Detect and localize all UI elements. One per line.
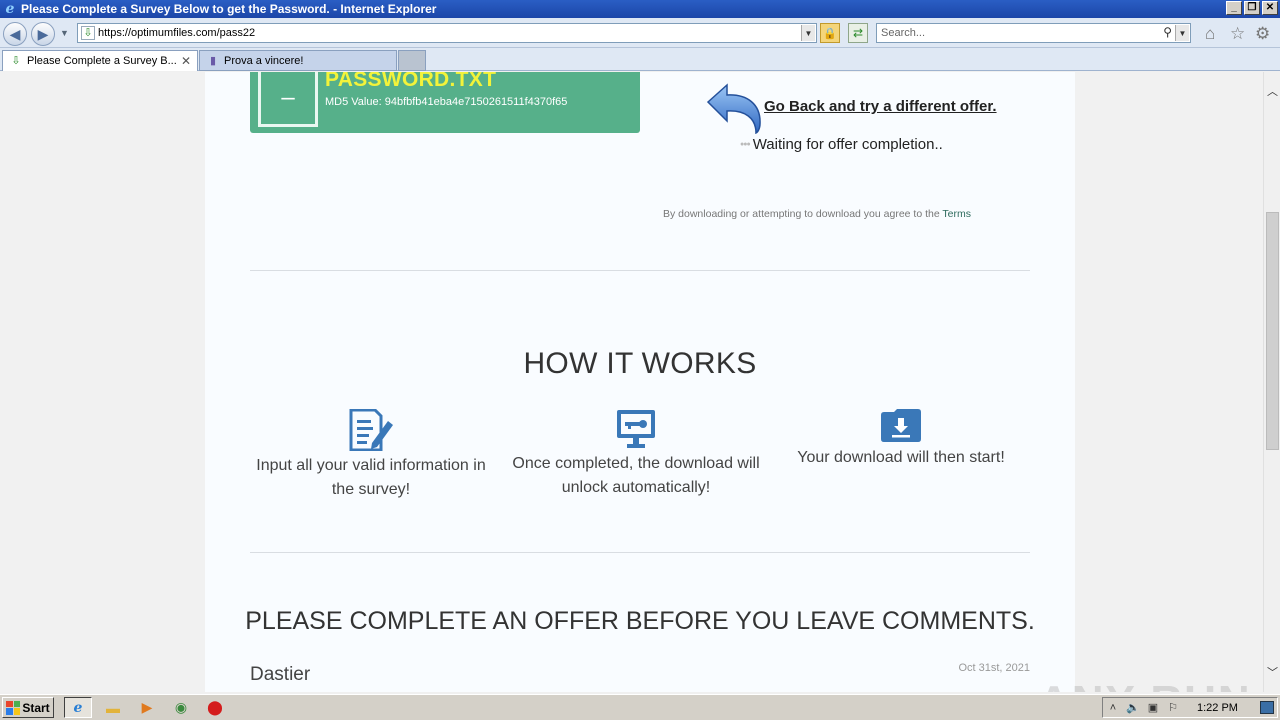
step-text: Input all your valid information in the … <box>256 457 486 498</box>
page-favicon-icon: ▮ <box>209 55 217 67</box>
network-icon[interactable]: ▣ <box>1143 701 1163 714</box>
page-content: – PASSWORD.TXT MD5 Value: 94bfbfb41eba4e… <box>205 72 1075 692</box>
step-download: Your download will then start! <box>776 409 1026 470</box>
tab-survey[interactable]: ⇩ Please Complete a Survey B... ✕ <box>2 50 198 71</box>
download-favicon-icon: ⇩ <box>11 55 21 67</box>
page-favicon-icon: ⇩ <box>81 26 95 40</box>
restore-button[interactable]: ❐ <box>1244 1 1260 15</box>
taskbar-chrome-button[interactable]: ◉ <box>167 697 195 718</box>
step-unlock: Once completed, the download will unlock… <box>511 409 761 500</box>
scroll-thumb[interactable] <box>1266 212 1279 450</box>
address-bar[interactable]: ⇩ https://optimumfiles.com/pass22 ▼ <box>77 23 817 43</box>
taskbar-opera-button[interactable]: ⬤ <box>201 697 229 718</box>
forward-arrow-icon: ▶ <box>37 25 49 42</box>
volume-icon[interactable]: 🔈 <box>1123 701 1143 714</box>
page-viewport: – PASSWORD.TXT MD5 Value: 94bfbfb41eba4e… <box>0 72 1263 692</box>
comment-author: Dastier <box>250 664 311 685</box>
taskbar: Start e ▬ ▶ ◉ ⬤ ˄ 🔈 ▣ ⚐ 1:22 PM <box>0 694 1280 720</box>
forward-button[interactable]: ▶ <box>31 22 55 46</box>
favorites-star-icon[interactable]: ☆ <box>1230 25 1245 42</box>
comments-notice-title: PLEASE COMPLETE AN OFFER BEFORE YOU LEAV… <box>245 607 1035 635</box>
window-title: Please Complete a Survey Below to get th… <box>21 2 437 16</box>
monitor-key-icon <box>617 410 655 448</box>
tools-gear-icon[interactable]: ⚙ <box>1255 25 1270 42</box>
waiting-text: Waiting for offer completion.. <box>752 136 943 153</box>
media-player-icon: ▶ <box>141 699 153 715</box>
terms-notice: By downloading or attempting to download… <box>663 208 971 220</box>
how-it-works-title: HOW IT WORKS <box>523 347 757 380</box>
tray-expand-icon[interactable]: ˄ <box>1103 702 1123 714</box>
navigation-bar: ◀ ▶ ▼ ⇩ https://optimumfiles.com/pass22 … <box>0 18 1280 48</box>
close-tab-icon[interactable]: ✕ <box>181 54 191 68</box>
step-text: Your download will then start! <box>797 449 1005 466</box>
close-window-button[interactable]: ✕ <box>1262 1 1278 15</box>
address-url[interactable]: https://optimumfiles.com/pass22 <box>98 27 255 39</box>
alert-icon: ⬤ <box>207 699 223 715</box>
scroll-down-icon[interactable]: ﹀ <box>1264 663 1280 680</box>
step-survey: Input all your valid information in the … <box>246 409 496 502</box>
taskbar-ie-button[interactable]: e <box>64 697 92 718</box>
action-center-flag-icon[interactable]: ⚐ <box>1163 701 1183 714</box>
waiting-status: ●●● Waiting for offer completion.. <box>740 136 943 153</box>
file-md5: MD5 Value: 94bfbfb41eba4e7150261511f4370… <box>325 96 568 108</box>
tab-label: Please Complete a Survey B... <box>27 55 177 67</box>
terms-text: By downloading or attempting to download… <box>663 208 940 220</box>
file-name: PASSWORD.TXT <box>325 72 497 91</box>
start-button[interactable]: Start <box>2 697 54 718</box>
security-lock-icon[interactable]: 🔒 <box>820 23 840 43</box>
windows-flag-icon <box>6 700 21 715</box>
clock[interactable]: 1:22 PM <box>1197 702 1238 714</box>
back-button[interactable]: ◀ <box>3 22 27 46</box>
scroll-up-icon[interactable]: ︿ <box>1264 82 1280 99</box>
search-dropdown-icon[interactable]: ▼ <box>1175 25 1189 41</box>
step-text: Once completed, the download will unlock… <box>512 455 760 496</box>
divider <box>250 270 1030 271</box>
back-arrow-icon: ◀ <box>9 25 21 42</box>
folder-icon: ▬ <box>106 699 120 716</box>
chrome-icon: ◉ <box>174 699 188 715</box>
new-tab-button[interactable] <box>398 50 426 71</box>
survey-form-icon <box>349 409 393 451</box>
loading-spinner-icon: ●●● <box>740 141 751 148</box>
file-icon: – <box>258 72 318 127</box>
taskbar-explorer-button[interactable]: ▬ <box>99 697 127 718</box>
search-icon[interactable]: ⚲ <box>1163 25 1172 39</box>
search-placeholder: Search... <box>881 27 926 39</box>
taskbar-media-button[interactable]: ▶ <box>133 697 161 718</box>
system-tray: ˄ 🔈 ▣ ⚐ 1:22 PM <box>1102 697 1278 718</box>
go-back-area[interactable]: Go Back and try a different offer. <box>705 82 997 134</box>
address-dropdown-icon[interactable]: ▼ <box>801 25 815 41</box>
go-back-link[interactable]: Go Back and try a different offer. <box>764 98 997 115</box>
show-desktop-icon[interactable] <box>1260 701 1274 714</box>
search-box[interactable]: Search... ⚲ ▼ <box>876 23 1191 43</box>
tab-prova[interactable]: ▮ Prova a vincere! <box>199 50 397 71</box>
start-label: Start <box>22 700 50 715</box>
refresh-button[interactable]: ⇄ <box>848 23 868 43</box>
curved-back-arrow-icon <box>706 83 761 134</box>
minimize-button[interactable]: _ <box>1226 1 1242 15</box>
divider <box>250 552 1030 553</box>
comment-date: Oct 31st, 2021 <box>958 662 1030 674</box>
home-icon[interactable]: ⌂ <box>1205 25 1215 42</box>
download-folder-icon <box>881 409 921 442</box>
terms-link[interactable]: Terms <box>942 208 971 220</box>
anyrun-watermark: ANY RUN <box>1038 677 1252 692</box>
window-titlebar: e Please Complete a Survey Below to get … <box>0 0 1280 18</box>
ie-logo-icon: e <box>5 1 15 17</box>
internet-explorer-icon: e <box>73 699 83 716</box>
file-card: – PASSWORD.TXT MD5 Value: 94bfbfb41eba4e… <box>250 72 640 133</box>
history-dropdown-icon[interactable]: ▼ <box>60 28 69 38</box>
tab-bar: ⇩ Please Complete a Survey B... ✕ ▮ Prov… <box>0 48 1280 71</box>
vertical-scrollbar[interactable]: ︿ ﹀ <box>1263 72 1280 692</box>
tab-label: Prova a vincere! <box>224 54 304 67</box>
